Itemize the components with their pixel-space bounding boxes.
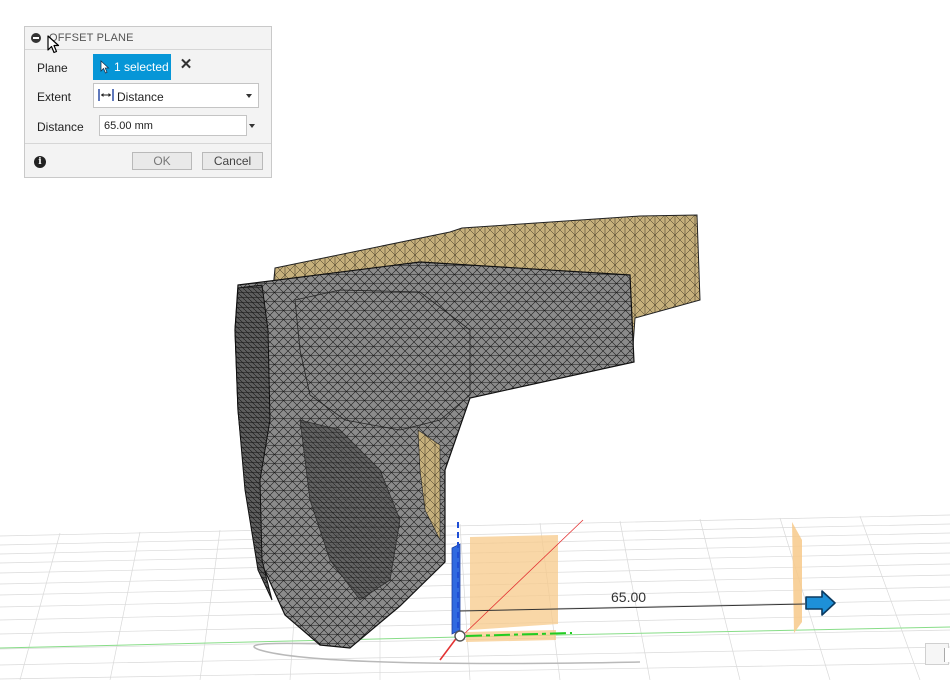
distance-label: Distance [37, 120, 84, 134]
clear-selection-icon[interactable]: ✕ [179, 57, 193, 72]
chevron-down-icon [246, 94, 252, 98]
ok-button[interactable]: OK [132, 152, 192, 170]
dialog-footer: i OK Cancel [25, 143, 271, 179]
collapse-icon[interactable] [31, 33, 41, 43]
offset-plane-dialog: OFFSET PLANE Plane 1 selected ✕ Extent D… [24, 26, 272, 178]
origin-point[interactable] [454, 630, 466, 642]
distance-extent-icon [98, 89, 114, 101]
plane-selection-label: 1 selected [114, 60, 169, 74]
viewcube-corner[interactable] [925, 643, 950, 665]
extent-row: Extent Distance [25, 83, 271, 111]
plane-selection-button[interactable]: 1 selected [93, 54, 171, 80]
info-icon[interactable]: i [34, 156, 46, 168]
dialog-title: OFFSET PLANE [49, 32, 134, 44]
chevron-down-icon[interactable] [249, 124, 255, 128]
extent-label: Extent [37, 90, 72, 104]
mesh-model[interactable] [234, 214, 701, 649]
cursor-arrow-icon [47, 35, 60, 54]
distance-row: Distance [25, 115, 271, 143]
y-axis-line-back [0, 636, 461, 649]
dimension-label[interactable]: 65.00 [611, 589, 646, 605]
manipulator-arrow-icon[interactable] [805, 590, 836, 616]
selection-arrow-icon [100, 60, 110, 74]
extent-dropdown[interactable]: Distance [93, 83, 259, 108]
model-shadow [253, 642, 641, 665]
distance-input[interactable] [99, 115, 247, 136]
extent-value: Distance [117, 90, 164, 104]
dialog-header[interactable]: OFFSET PLANE [25, 27, 271, 54]
plane-row: Plane 1 selected ✕ [25, 54, 271, 82]
plane-label: Plane [37, 61, 68, 75]
cancel-button[interactable]: Cancel [202, 152, 263, 170]
